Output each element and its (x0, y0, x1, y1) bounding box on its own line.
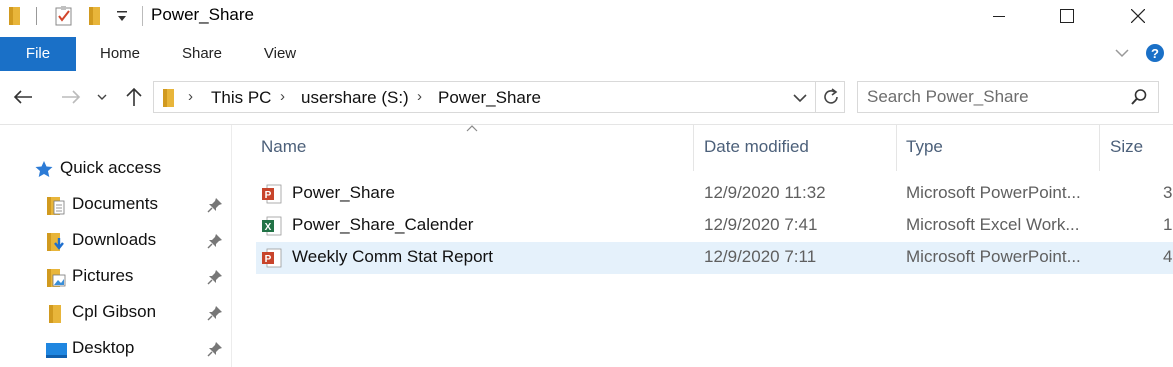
column-header-label: Date modified (704, 137, 809, 156)
sidebar-item-downloads[interactable]: Downloads (0, 226, 231, 256)
minimize-button[interactable] (976, 0, 1022, 32)
refresh-icon[interactable] (821, 87, 841, 112)
separator (36, 7, 37, 25)
up-arrow-icon (126, 87, 142, 106)
pin-icon[interactable] (207, 197, 223, 213)
breadcrumb-power-share[interactable]: Power_Share (438, 88, 541, 108)
tab-view[interactable]: View (252, 37, 308, 71)
sidebar-item-label: Downloads (72, 230, 157, 249)
tab-file[interactable]: File (0, 37, 76, 71)
sidebar-item-label: Cpl Gibson (72, 302, 157, 321)
search-box[interactable] (857, 81, 1159, 113)
address-separator (815, 82, 816, 112)
file-type: Microsoft Excel Work... (906, 215, 1080, 234)
pin-icon[interactable] (207, 269, 223, 285)
breadcrumb-chevron-icon[interactable]: › (280, 88, 285, 105)
file-date: 12/9/2020 11:32 (704, 183, 826, 202)
close-button[interactable] (1115, 0, 1161, 32)
pictures-folder-icon (46, 268, 66, 287)
breadcrumb-chevron-icon[interactable]: › (417, 88, 422, 105)
window-title: Power_Share (151, 5, 255, 24)
folder-icon (162, 88, 176, 113)
back-button[interactable] (10, 85, 36, 109)
address-history-chevron-icon[interactable] (792, 91, 808, 109)
help-icon[interactable]: ? (1145, 43, 1165, 68)
svg-text:P: P (265, 254, 272, 265)
title-bar: Power_Share (0, 0, 1173, 34)
column-header-name[interactable]: Name (232, 125, 693, 171)
ribbon-expand-chevron-icon[interactable] (1114, 45, 1130, 66)
title-separator (142, 6, 143, 26)
star-icon (34, 160, 54, 178)
forward-arrow-icon (62, 90, 81, 104)
column-header-size[interactable]: Size (1100, 125, 1173, 171)
sidebar-item-pictures[interactable]: Pictures (0, 262, 231, 292)
customize-toolbar-dropdown-icon[interactable] (116, 10, 128, 29)
sidebar-item-quick-access[interactable]: Quick access (0, 154, 231, 184)
svg-text:X: X (265, 222, 272, 233)
powerpoint-file-icon: P (262, 184, 282, 204)
recent-locations-button[interactable] (94, 85, 110, 109)
column-header-label: Name (261, 137, 307, 156)
pin-icon[interactable] (207, 233, 223, 249)
address-bar[interactable]: › This PC › usershare (S:) › Power_Share (153, 81, 845, 113)
file-size: 4 (1163, 247, 1173, 266)
documents-folder-icon (46, 196, 66, 215)
file-date: 12/9/2020 7:11 (704, 247, 817, 266)
column-header-label: Size (1110, 137, 1144, 156)
ribbon-tabs: File Home Share View ? (0, 37, 1173, 71)
sidebar-item-label: Desktop (72, 338, 135, 357)
svg-text:P: P (265, 190, 272, 201)
maximize-icon (1060, 9, 1074, 23)
back-arrow-icon (13, 90, 32, 104)
pin-icon[interactable] (207, 305, 223, 321)
file-list: Name Date modified Type Size P Power_Sha… (232, 125, 1173, 367)
chevron-down-icon (97, 94, 107, 100)
sidebar-item-label: Quick access (60, 158, 162, 177)
close-icon (1131, 9, 1145, 23)
file-size: 1 (1163, 215, 1173, 234)
file-name: Weekly Comm Stat Report (292, 247, 493, 266)
folder-icon (46, 304, 66, 323)
breadcrumb-chevron-icon[interactable]: › (188, 88, 193, 105)
file-row[interactable]: X Power_Share_Calender 12/9/2020 7:41 Mi… (256, 210, 1173, 242)
breadcrumb-this-pc[interactable]: This PC (211, 88, 271, 108)
sidebar-item-label: Pictures (72, 266, 134, 285)
file-row[interactable]: P Power_Share 12/9/2020 11:32 Microsoft … (256, 178, 1173, 210)
file-name: Power_Share_Calender (292, 215, 474, 234)
sidebar-item-desktop[interactable]: Desktop (0, 334, 231, 364)
svg-text:?: ? (1151, 46, 1159, 61)
file-row[interactable]: P Weekly Comm Stat Report 12/9/2020 7:11… (256, 242, 1173, 274)
file-type: Microsoft PowerPoint... (906, 183, 1081, 202)
column-header-label: Type (906, 137, 943, 156)
folder-icon (8, 6, 22, 31)
sidebar-item-label: Documents (72, 194, 158, 213)
up-button[interactable] (122, 85, 146, 109)
file-size: 3 (1163, 183, 1173, 202)
sidebar-item-documents[interactable]: Documents (0, 190, 231, 220)
new-folder-icon[interactable] (88, 6, 102, 31)
minimize-icon (993, 16, 1005, 17)
tab-share[interactable]: Share (172, 37, 232, 71)
search-icon[interactable] (1130, 88, 1148, 111)
navigation-pane: Quick access Documents Downloads Picture… (0, 125, 232, 367)
powerpoint-file-icon: P (262, 248, 282, 268)
maximize-button[interactable] (1044, 0, 1090, 32)
breadcrumb-usershare[interactable]: usershare (S:) (301, 88, 409, 108)
column-header-type[interactable]: Type (897, 125, 1099, 171)
properties-icon[interactable] (54, 5, 74, 32)
search-input[interactable] (867, 87, 1127, 107)
downloads-folder-icon (46, 232, 66, 251)
file-date: 12/9/2020 7:41 (704, 215, 818, 234)
sidebar-item-cpl-gibson[interactable]: Cpl Gibson (0, 298, 231, 328)
pin-icon[interactable] (207, 341, 223, 357)
column-header-date-modified[interactable]: Date modified (694, 125, 896, 171)
desktop-icon (46, 340, 67, 358)
file-type: Microsoft PowerPoint... (906, 247, 1081, 266)
tab-home[interactable]: Home (90, 37, 150, 71)
file-name: Power_Share (292, 183, 396, 202)
navigation-bar: › This PC › usershare (S:) › Power_Share (0, 73, 1173, 123)
excel-file-icon: X (262, 216, 282, 236)
forward-button[interactable] (58, 85, 84, 109)
